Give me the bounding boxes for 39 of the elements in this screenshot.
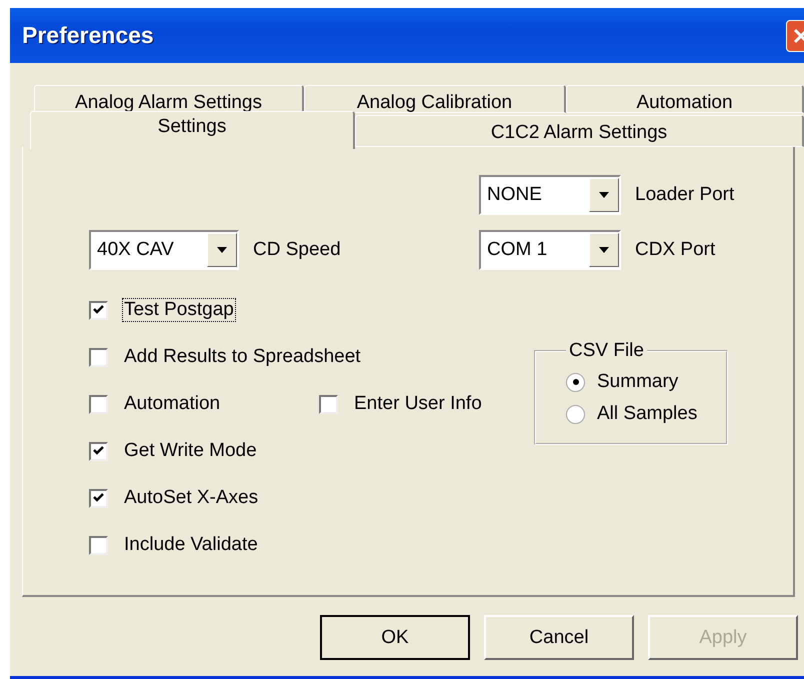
checkbox-label[interactable]: Test Postgap xyxy=(122,298,236,322)
checkbox-label[interactable]: Include Validate xyxy=(122,533,260,557)
checkbox[interactable] xyxy=(89,394,108,414)
checkbox-label[interactable]: Enter User Info xyxy=(352,392,484,416)
field-label: CDX Port xyxy=(635,239,716,261)
checkbox[interactable] xyxy=(89,488,108,508)
tab[interactable]: Analog Calibration xyxy=(304,85,566,113)
checkbox-label[interactable]: Get Write Mode xyxy=(122,439,259,463)
checkbox[interactable] xyxy=(89,536,108,554)
checkbox-label[interactable]: Add Results to Spreadsheet xyxy=(122,345,363,369)
checkmark-icon xyxy=(93,493,104,503)
dialog-button[interactable]: Cancel xyxy=(484,615,634,660)
window-title: Preferences xyxy=(22,22,154,49)
checkbox[interactable] xyxy=(319,394,338,414)
checkbox-label[interactable]: AutoSet X-Axes xyxy=(122,486,260,510)
tab[interactable]: C1C2 Alarm Settings xyxy=(355,115,804,147)
dropdown-arrow-icon xyxy=(217,247,227,253)
checkbox-label[interactable]: Automation xyxy=(122,392,222,416)
field-label: CD Speed xyxy=(253,239,341,261)
tab[interactable]: Automation xyxy=(566,85,804,113)
radio-label[interactable]: All Samples xyxy=(597,403,698,425)
dropdown-arrow-icon xyxy=(599,247,609,253)
tab[interactable]: Analog Alarm Settings xyxy=(34,85,304,113)
field-label: Loader Port xyxy=(635,184,734,206)
checkbox[interactable] xyxy=(89,300,108,320)
group-title: CSV File xyxy=(568,340,645,362)
radio-label[interactable]: Summary xyxy=(597,371,678,393)
dropdown[interactable]: NONE xyxy=(479,175,621,215)
radio-button[interactable] xyxy=(566,404,585,424)
radio-button[interactable] xyxy=(566,372,585,392)
dropdown[interactable]: COM 1 xyxy=(479,230,621,270)
dialog-button[interactable]: OK xyxy=(320,615,470,660)
tab[interactable]: Settings xyxy=(30,111,355,149)
checkbox[interactable] xyxy=(89,348,108,366)
checkmark-icon xyxy=(93,446,104,456)
checkmark-icon xyxy=(93,305,104,315)
dropdown-arrow-icon xyxy=(599,192,609,198)
checkbox[interactable] xyxy=(89,442,108,460)
dropdown[interactable]: 40X CAV xyxy=(89,230,239,270)
